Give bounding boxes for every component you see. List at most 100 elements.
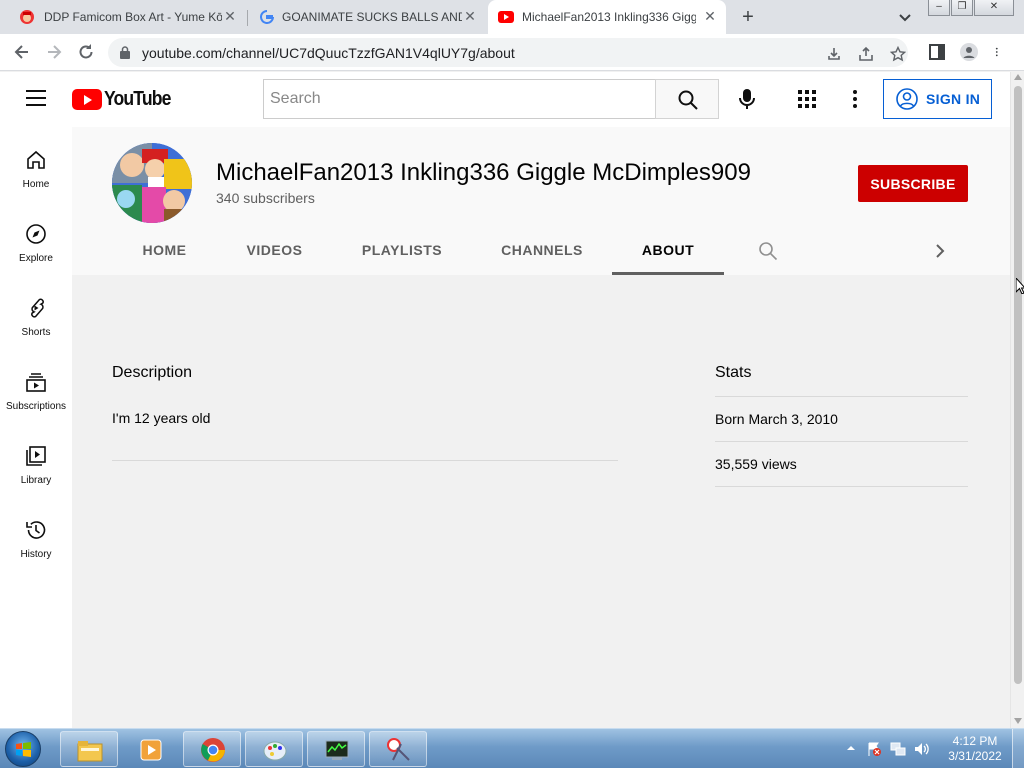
channel-header: MichaelFan2013 Inkling336 Giggle McDimpl… (72, 127, 1010, 275)
browser-tab-title: DDP Famicom Box Art - Yume Kō (44, 10, 222, 24)
guide-item-library[interactable]: Library (0, 435, 72, 509)
browser-tab-2[interactable]: GOANIMATE SUCKS BALLS AND ✕ (248, 0, 488, 34)
action-center-flag-icon[interactable] (866, 741, 882, 757)
tab-playlists[interactable]: PLAYLISTS (345, 230, 459, 275)
browser-tab-title: GOANIMATE SUCKS BALLS AND (282, 10, 462, 24)
subscriptions-icon (26, 373, 46, 392)
window-close-button[interactable]: ✕ (974, 0, 1014, 16)
show-hidden-icons-icon[interactable] (846, 743, 856, 753)
tab-videos[interactable]: VIDEOS (223, 230, 326, 275)
shorts-icon (31, 298, 44, 318)
compass-icon (26, 224, 46, 244)
apps-grid-icon[interactable] (797, 89, 817, 109)
media-player-icon (140, 739, 162, 761)
install-app-icon[interactable] (826, 46, 842, 62)
sign-in-label: SIGN IN (926, 91, 981, 107)
guide-item-history[interactable]: History (0, 509, 72, 583)
scroll-up-arrow-icon[interactable] (1014, 74, 1022, 80)
divider (715, 486, 968, 487)
chevron-right-icon[interactable] (932, 242, 948, 260)
channel-avatar[interactable] (112, 143, 192, 223)
show-desktop-button[interactable] (1012, 729, 1024, 768)
url-text[interactable]: youtube.com/channel/UC7dQuucTzzfGAN1V4ql… (142, 45, 515, 61)
history-icon (26, 521, 46, 539)
page-scrollbar[interactable] (1010, 72, 1024, 728)
mini-guide: Home Explore Shorts Subscriptions Librar… (0, 127, 72, 728)
search-field[interactable] (263, 79, 656, 119)
youtube-logo-text: YouTube (104, 87, 171, 110)
search-button[interactable] (655, 79, 719, 119)
scrollbar-thumb[interactable] (1014, 86, 1022, 684)
channel-avatar-collage (112, 143, 192, 223)
network-icon[interactable] (890, 741, 906, 757)
chrome-menu-icon[interactable] (994, 43, 1004, 61)
profile-avatar-icon[interactable] (960, 43, 978, 61)
scroll-down-arrow-icon[interactable] (1014, 718, 1022, 724)
divider (112, 460, 618, 461)
restore-button[interactable]: ❐ (951, 0, 973, 16)
taskbar-app-chrome[interactable] (183, 731, 241, 767)
forward-arrow-icon[interactable] (44, 42, 64, 62)
lock-icon[interactable] (120, 46, 130, 59)
windows-logo-icon (16, 742, 31, 757)
guide-item-home[interactable]: Home (0, 139, 72, 213)
address-bar[interactable]: youtube.com/channel/UC7dQuucTzzfGAN1V4ql… (108, 38, 908, 67)
new-tab-button[interactable]: + (738, 6, 758, 28)
divider (715, 396, 968, 397)
browser-tab-1[interactable]: DDP Famicom Box Art - Yume Kō ✕ (0, 0, 246, 34)
paint-app-icon (263, 741, 287, 761)
search-icon (678, 90, 698, 110)
side-panel-icon[interactable] (928, 43, 946, 61)
volume-icon[interactable] (914, 741, 930, 757)
snipping-tool-icon (387, 738, 410, 761)
stats-heading: Stats (715, 364, 752, 381)
reload-icon[interactable] (76, 42, 96, 62)
guide-item-label: Shorts (21, 327, 51, 338)
guide-item-shorts[interactable]: Shorts (0, 287, 72, 361)
guide-item-explore[interactable]: Explore (0, 213, 72, 287)
youtube-logo[interactable]: YouTube (72, 88, 180, 110)
tab-close-icon[interactable]: ✕ (222, 8, 238, 24)
guide-menu-icon[interactable] (26, 90, 46, 106)
settings-more-icon[interactable] (850, 88, 860, 110)
tab-channels[interactable]: CHANNELS (482, 230, 602, 275)
start-button[interactable] (5, 731, 41, 767)
channel-search-icon[interactable] (758, 241, 778, 261)
windows-taskbar: 4:12 PM 3/31/2022 (0, 728, 1024, 768)
taskbar-app-paint[interactable] (245, 731, 303, 767)
share-icon[interactable] (858, 46, 874, 62)
tab-home[interactable]: HOME (112, 230, 217, 275)
browser-toolbar: youtube.com/channel/UC7dQuucTzzfGAN1V4ql… (0, 34, 1024, 71)
tab-about[interactable]: ABOUT (612, 230, 724, 275)
clock-time: 4:12 PM (952, 734, 998, 748)
taskbar-clock[interactable]: 4:12 PM 3/31/2022 (940, 734, 1010, 764)
home-icon (27, 150, 45, 169)
google-favicon-icon (260, 10, 274, 24)
taskbar-app-file-explorer[interactable] (60, 731, 118, 767)
tab-search-chevron-icon[interactable] (896, 8, 914, 26)
taskbar-app-snipping-tool[interactable] (369, 731, 427, 767)
chrome-icon (201, 738, 225, 762)
minimize-button[interactable]: – (928, 0, 950, 16)
taskbar-app-task-manager[interactable] (307, 731, 365, 767)
guide-item-label: Explore (19, 253, 53, 264)
library-icon (26, 446, 46, 466)
youtube-favicon-icon (498, 11, 514, 23)
account-circle-icon (896, 88, 918, 110)
sign-in-button[interactable]: SIGN IN (883, 79, 992, 119)
bookmark-star-icon[interactable] (890, 46, 906, 62)
divider (715, 441, 968, 442)
back-arrow-icon[interactable] (12, 42, 32, 62)
taskbar-app-media-player[interactable] (121, 731, 179, 767)
tab-close-icon[interactable]: ✕ (702, 8, 718, 24)
guide-item-subscriptions[interactable]: Subscriptions (0, 361, 72, 435)
microphone-icon[interactable] (736, 88, 758, 110)
mario-favicon-icon (20, 10, 34, 24)
description-heading: Description (112, 364, 193, 381)
browser-tab-3[interactable]: MichaelFan2013 Inkling336 Gigg ✕ (488, 0, 726, 34)
search-input[interactable] (264, 80, 656, 118)
tab-close-icon[interactable]: ✕ (462, 8, 478, 24)
subscribe-button[interactable]: SUBSCRIBE (858, 165, 968, 202)
guide-item-label: Library (20, 475, 52, 486)
channel-name: MichaelFan2013 Inkling336 Giggle McDimpl… (216, 159, 751, 186)
